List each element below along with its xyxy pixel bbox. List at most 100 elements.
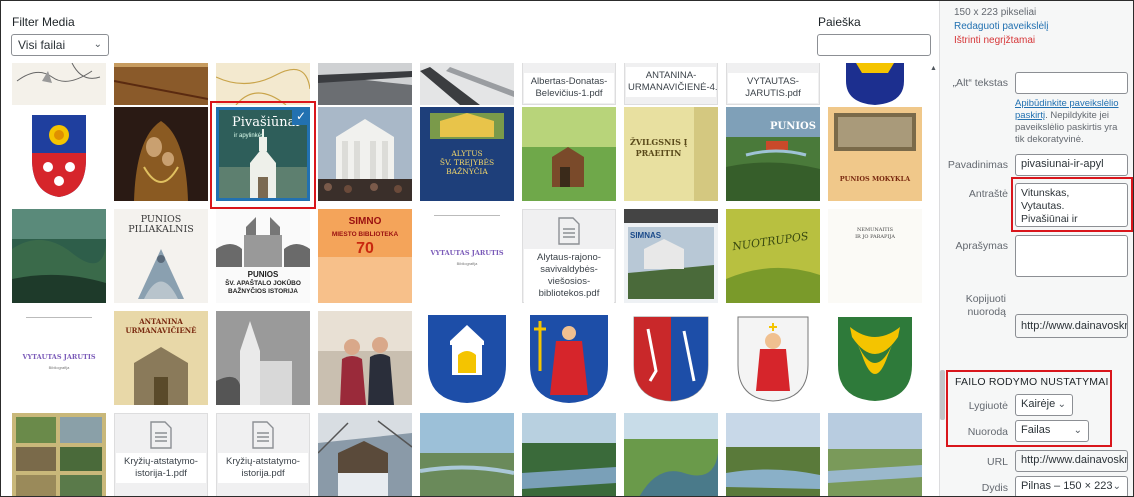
- copy-link-label: Kopijuoti nuorodą: [965, 293, 1006, 318]
- attachment-thumbnail[interactable]: [114, 63, 208, 105]
- attachment-thumbnail[interactable]: PUNIOS PILIAKALNIS: [114, 209, 208, 303]
- document-filename: Alytaus-rajono-savivaldybės-viešosios-bi…: [524, 249, 614, 303]
- attachment-document[interactable]: VYTAUTAS-JARUTIS.pdf: [726, 63, 820, 105]
- attachment-details-sidebar: 150 x 223 pikseliai Redaguoti paveikslėl…: [939, 1, 1133, 496]
- attachment-thumbnail[interactable]: [216, 63, 310, 105]
- document-icon: [150, 421, 172, 449]
- alt-text-input[interactable]: [1015, 72, 1128, 94]
- caption-textarea[interactable]: Vitunskas, Vytautas. Pivašiūnai ir apyli…: [1015, 183, 1128, 227]
- attachment-thumbnail[interactable]: [828, 413, 922, 496]
- attachment-thumbnail[interactable]: [12, 63, 106, 105]
- attachment-thumbnail[interactable]: [828, 63, 922, 105]
- attachments-grid: Albertas-Donatas-Belevičius-1.pdf ANTANI…: [1, 63, 936, 496]
- media-library-frame: Filter Media Visi failai ⌄ Paieška Alber…: [0, 0, 1134, 497]
- delete-permanently-link[interactable]: Ištrinti negrįžtamai: [954, 35, 1035, 47]
- attachment-thumbnail[interactable]: PUNIOS ŠV. APAŠTALO JOKŪBO BAŽNYČIOS ISTOR…: [216, 209, 310, 303]
- cover-subtitle: Bibliografija: [48, 365, 70, 370]
- size-value: Pilnas – 150 × 223: [1021, 480, 1113, 492]
- filter-media-label: Filter Media: [12, 15, 75, 29]
- attachment-thumbnail-selected[interactable]: Pivašiūnai ir apylinkės ✓: [216, 107, 310, 201]
- attachment-document[interactable]: Albertas-Donatas-Belevičius-1.pdf: [522, 63, 616, 105]
- attachment-thumbnail[interactable]: [216, 311, 310, 405]
- document-filename: Albertas-Donatas-Belevičius-1.pdf: [524, 73, 614, 103]
- display-settings-heading: FAILO RODYMO NUSTATYMAI: [955, 376, 1109, 388]
- attachment-thumbnail[interactable]: SIMNAS: [624, 209, 718, 303]
- attachment-thumbnail[interactable]: [12, 107, 106, 201]
- attachment-thumbnail[interactable]: [522, 311, 616, 405]
- link-to-select[interactable]: Failas ⌄: [1015, 420, 1089, 442]
- attachment-thumbnail[interactable]: [420, 413, 514, 496]
- alt-text-label: „Alt“ tekstas: [952, 77, 1008, 89]
- attachment-thumbnail[interactable]: VYTAUTAS JARUTIS Bibliografija: [12, 311, 106, 405]
- document-icon: [252, 421, 274, 449]
- attachment-thumbnail[interactable]: NUOTRUPOS: [726, 209, 820, 303]
- description-textarea[interactable]: [1015, 235, 1128, 277]
- size-label: Dydis: [981, 482, 1008, 494]
- caption-label: Antraštė: [968, 188, 1008, 200]
- attachment-thumbnail[interactable]: [420, 63, 514, 105]
- attachment-thumbnail[interactable]: [624, 413, 718, 496]
- sidebar-scrollbar[interactable]: [940, 370, 945, 420]
- scroll-up-icon[interactable]: ▲: [930, 65, 937, 72]
- alignment-select[interactable]: Kairėje ⌄: [1015, 394, 1073, 416]
- check-icon[interactable]: ✓: [292, 107, 310, 125]
- url-input[interactable]: http://www.dainavoskrast: [1015, 450, 1128, 472]
- cover-title: VYTAUTAS JARUTIS: [22, 353, 96, 361]
- attachment-document[interactable]: Kryžių-atstatymo-istorija.pdf: [216, 413, 310, 496]
- description-label: Aprašymas: [955, 240, 1008, 252]
- attachment-thumbnail[interactable]: [522, 107, 616, 201]
- cover-title: SIMNO MIESTO BIBLIOTEKA 70: [331, 216, 399, 258]
- attachment-thumbnail[interactable]: ANTANINA URMANAVIČIENĖ: [114, 311, 208, 405]
- attachment-thumbnail[interactable]: [420, 311, 514, 405]
- cover-title: ALYTUS ŠV. TREJYBĖS BAŽNYČIA: [439, 149, 495, 176]
- link-to-label: Nuoroda: [967, 426, 1008, 438]
- attachment-thumbnail[interactable]: [522, 413, 616, 496]
- title-input[interactable]: pivasiunai-ir-apyl: [1015, 154, 1128, 176]
- cover-title: Pivašiūnai: [232, 115, 300, 130]
- attachment-thumbnail[interactable]: [12, 209, 106, 303]
- chevron-down-icon: ⌄: [1057, 399, 1066, 410]
- chevron-down-icon: ⌄: [1073, 425, 1082, 436]
- attachment-thumbnail[interactable]: [318, 311, 412, 405]
- attachment-thumbnail[interactable]: [318, 107, 412, 201]
- alt-text-help: Apibūdinkite paveikslėlio paskirtį. Nepi…: [1015, 98, 1119, 145]
- attachment-thumbnail[interactable]: [726, 413, 820, 496]
- attachment-document[interactable]: Kryžių-atstatymo-istorija-1.pdf: [114, 413, 208, 496]
- attachment-document[interactable]: ANTANINA-URMANAVIČIENĖ-4.pdf: [624, 63, 718, 105]
- cover-title: PUNIOS ŠV. APAŠTALO JOKŪBO BAŽNYČIOS ISTOR…: [225, 270, 301, 296]
- title-label: Pavadinimas: [947, 159, 1008, 171]
- copy-link-input[interactable]: http://www.dainavoskrast: [1015, 314, 1128, 338]
- alignment-label: Lygiuotė: [968, 400, 1008, 412]
- attachment-thumbnail[interactable]: NEMUNAITIS IR JO PARAPIJA: [828, 209, 922, 303]
- cover-title: PUNIOS: [770, 121, 816, 132]
- attachment-thumbnail[interactable]: [318, 63, 412, 105]
- attachment-thumbnail[interactable]: [12, 413, 106, 496]
- attachment-thumbnail[interactable]: [114, 107, 208, 201]
- filter-media-select[interactable]: Visi failai ⌄: [11, 34, 109, 56]
- document-filename: ANTANINA-URMANAVIČIENĖ-4.pdf: [626, 67, 718, 97]
- attachment-thumbnail[interactable]: VYTAUTAS JARUTIS Bibliografija: [420, 209, 514, 303]
- chevron-down-icon: ⌄: [1112, 481, 1121, 492]
- attachment-thumbnail[interactable]: ALYTUS ŠV. TREJYBĖS BAŽNYČIA: [420, 107, 514, 201]
- cover-title: VYTAUTAS JARUTIS: [430, 249, 504, 257]
- filter-select-value: Visi failai: [18, 38, 66, 52]
- document-filename: Kryžių-atstatymo-istorija.pdf: [218, 453, 308, 483]
- search-input[interactable]: [817, 34, 931, 56]
- attachment-thumbnail[interactable]: [828, 311, 922, 405]
- attachment-thumbnail[interactable]: PUNIOS: [726, 107, 820, 201]
- attachment-thumbnail[interactable]: PUNIOS MOKYKLA: [828, 107, 922, 201]
- media-toolbar: Filter Media Visi failai ⌄ Paieška: [1, 1, 936, 63]
- cover-subtitle: Bibliografija: [456, 261, 478, 266]
- attachment-thumbnail[interactable]: [624, 311, 718, 405]
- size-select[interactable]: Pilnas – 150 × 223 ⌄: [1015, 476, 1128, 496]
- attachment-thumbnail[interactable]: ŽVILGSNIS Į PRAEITIN: [624, 107, 718, 201]
- attachment-thumbnail[interactable]: [318, 413, 412, 496]
- cover-title: SIMNAS: [630, 231, 662, 240]
- attachment-thumbnail[interactable]: SIMNO MIESTO BIBLIOTEKA 70: [318, 209, 412, 303]
- edit-image-link[interactable]: Redaguoti paveikslėlį: [954, 21, 1049, 33]
- url-label: URL: [986, 456, 1008, 468]
- chevron-down-icon: ⌄: [93, 39, 102, 50]
- attachment-document[interactable]: Alytaus-rajono-savivaldybės-viešosios-bi…: [522, 209, 616, 303]
- attachment-thumbnail[interactable]: [726, 311, 820, 405]
- cover-title: PUNIOS MOKYKLA: [839, 175, 911, 183]
